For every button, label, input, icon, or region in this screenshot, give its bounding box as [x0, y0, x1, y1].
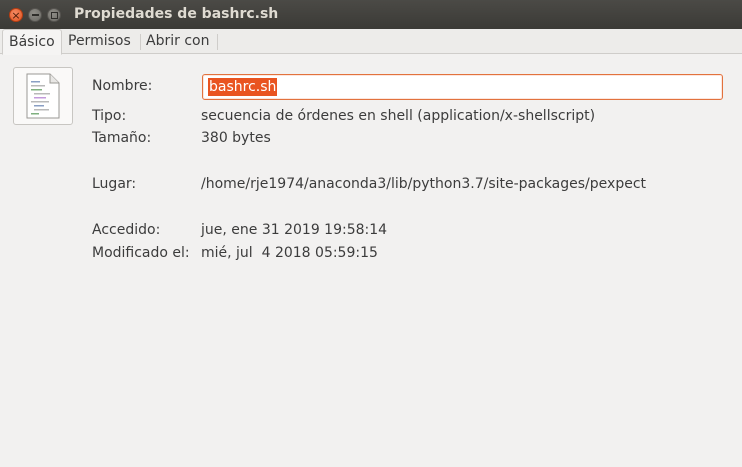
accessed-label: Accedido:: [92, 222, 161, 238]
minimize-icon: [31, 14, 39, 16]
modified-value: mié, jul 4 2018 05:59:15: [201, 245, 378, 261]
name-field-value: bashrc.sh: [208, 78, 278, 96]
tab-basico[interactable]: Básico: [2, 29, 62, 55]
close-button[interactable]: ×: [9, 8, 23, 22]
window-title: Propiedades de bashrc.sh: [74, 6, 279, 22]
size-value: 380 bytes: [201, 130, 271, 146]
modified-label: Modificado el:: [92, 245, 190, 261]
location-label: Lugar:: [92, 176, 137, 192]
maximize-icon: [50, 11, 58, 19]
type-value: secuencia de órdenes en shell (applicati…: [201, 108, 596, 124]
accessed-value: jue, ene 31 2019 19:58:14: [201, 222, 388, 238]
tab-bar: Básico Permisos Abrir con: [0, 29, 742, 55]
name-label: Nombre:: [92, 78, 153, 94]
minimize-button[interactable]: [28, 8, 42, 22]
close-icon: ×: [11, 8, 21, 22]
maximize-button[interactable]: [47, 8, 61, 22]
tab-abrir-con[interactable]: Abrir con: [140, 29, 215, 54]
tab-permisos[interactable]: Permisos: [62, 29, 137, 54]
window-titlebar[interactable]: × Propiedades de bashrc.sh: [0, 0, 742, 29]
location-value: /home/rje1974/anaconda3/lib/python3.7/si…: [201, 176, 646, 192]
tab-divider: [217, 34, 218, 50]
name-field[interactable]: bashrc.sh: [202, 74, 723, 100]
size-label: Tamaño:: [92, 130, 152, 146]
type-label: Tipo:: [92, 108, 127, 124]
file-icon-button[interactable]: [13, 67, 73, 125]
shell-script-file-icon: [26, 73, 60, 119]
